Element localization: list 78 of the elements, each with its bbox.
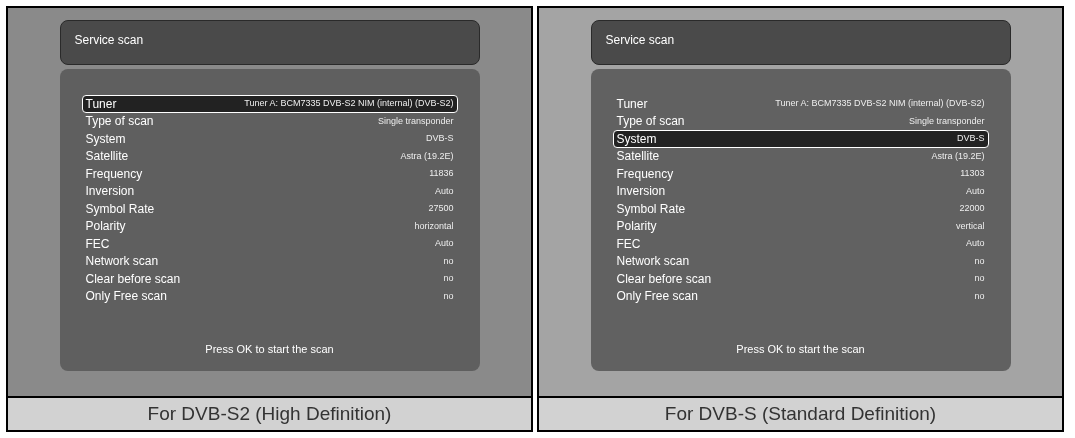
scan-hint: Press OK to start the scan bbox=[205, 341, 334, 357]
setting-value: 22000 bbox=[959, 202, 985, 215]
setting-label: Satellite bbox=[85, 148, 129, 166]
menu-row[interactable]: System DVB-S bbox=[612, 130, 989, 148]
menu-row[interactable]: Tuner Tuner A: BCM7335 DVB-S2 NIM (internal) (DVB-S2) bbox=[612, 95, 989, 113]
menu-row[interactable]: FEC Auto bbox=[81, 235, 458, 253]
setting-value: Auto bbox=[435, 237, 454, 250]
menu-row[interactable]: Network scan no bbox=[81, 252, 458, 270]
menu-row[interactable]: FEC Auto bbox=[612, 235, 989, 253]
menu-row[interactable]: Inversion Auto bbox=[81, 182, 458, 200]
setting-label: Polarity bbox=[85, 218, 126, 236]
setting-value: horizontal bbox=[414, 219, 454, 233]
setting-label: Frequency bbox=[85, 165, 143, 183]
menu-row[interactable]: Tuner Tuner A: BCM7335 DVB-S2 NIM (internal) (DVB-S2) bbox=[81, 95, 458, 113]
setting-value: DVB-S bbox=[957, 132, 985, 145]
setting-value: 27500 bbox=[428, 202, 454, 215]
setting-value: vertical bbox=[956, 219, 985, 233]
setting-label: FEC bbox=[616, 235, 641, 253]
setting-label: Type of scan bbox=[85, 113, 154, 131]
menu-row[interactable]: Type of scan Single transponder bbox=[81, 112, 458, 130]
setting-label: Type of scan bbox=[616, 113, 685, 131]
caption-text: For DVB-S2 (High Definition) bbox=[147, 401, 392, 426]
setting-value: Single transponder bbox=[908, 114, 985, 128]
menu-row[interactable]: Polarity vertical bbox=[612, 217, 989, 235]
setting-label: Clear before scan bbox=[616, 270, 712, 288]
setting-value: no bbox=[974, 254, 985, 268]
setting-label: Frequency bbox=[616, 165, 674, 183]
menu-row[interactable]: Only Free scan no bbox=[81, 287, 458, 305]
setting-label: Symbol Rate bbox=[85, 200, 155, 218]
setting-value: no bbox=[443, 272, 454, 285]
menu-row[interactable]: Only Free scan no bbox=[612, 287, 989, 305]
setting-value: Astra (19.2E) bbox=[400, 149, 454, 163]
menu-row[interactable]: Frequency 11836 bbox=[81, 165, 458, 183]
setting-value: Auto bbox=[435, 184, 454, 198]
menu-row[interactable]: System DVB-S bbox=[81, 130, 458, 148]
setting-label: Polarity bbox=[616, 218, 657, 236]
setting-label: System bbox=[85, 130, 126, 148]
menu-row[interactable]: Symbol Rate 22000 bbox=[612, 200, 989, 218]
setting-label: Tuner bbox=[85, 95, 117, 113]
setting-value: no bbox=[974, 272, 985, 285]
menu-row[interactable]: Polarity horizontal bbox=[81, 217, 458, 235]
setting-label: Symbol Rate bbox=[616, 200, 686, 218]
menu-row[interactable]: Clear before scan no bbox=[612, 270, 989, 288]
setting-value: no bbox=[443, 289, 454, 303]
menu-row[interactable]: Symbol Rate 27500 bbox=[81, 200, 458, 218]
setting-label: Network scan bbox=[616, 253, 690, 271]
setting-value: Astra (19.2E) bbox=[931, 149, 985, 163]
menu-title: Service scan bbox=[605, 33, 675, 47]
setting-label: Only Free scan bbox=[616, 288, 698, 306]
menu-row[interactable]: Satellite Astra (19.2E) bbox=[612, 147, 989, 165]
setting-label: Tuner bbox=[616, 95, 648, 113]
setting-label: FEC bbox=[85, 235, 110, 253]
setting-value: no bbox=[443, 254, 454, 268]
caption-text: For DVB-S (Standard Definition) bbox=[664, 401, 937, 426]
setting-value: no bbox=[974, 289, 985, 303]
setting-value: Single transponder bbox=[377, 114, 454, 128]
setting-label: Clear before scan bbox=[85, 270, 181, 288]
menu-title: Service scan bbox=[74, 33, 144, 47]
menu-row[interactable]: Type of scan Single transponder bbox=[612, 112, 989, 130]
setting-label: Network scan bbox=[85, 253, 159, 271]
setting-value: Auto bbox=[966, 184, 985, 198]
menu-row[interactable]: Clear before scan no bbox=[81, 270, 458, 288]
menu-row[interactable]: Frequency 11303 bbox=[612, 165, 989, 183]
setting-label: System bbox=[616, 130, 657, 148]
setting-value: Tuner A: BCM7335 DVB-S2 NIM (internal) (DVB-S2) bbox=[244, 97, 454, 110]
setting-value: 11303 bbox=[960, 167, 985, 180]
setting-value: DVB-S bbox=[426, 132, 454, 145]
setting-value: 11836 bbox=[429, 167, 454, 180]
setting-label: Only Free scan bbox=[85, 288, 167, 306]
menu-row[interactable]: Satellite Astra (19.2E) bbox=[81, 147, 458, 165]
setting-value: Tuner A: BCM7335 DVB-S2 NIM (internal) (DVB-S2) bbox=[775, 97, 985, 110]
setting-label: Satellite bbox=[616, 148, 660, 166]
setting-label: Inversion bbox=[85, 183, 135, 201]
setting-value: Auto bbox=[966, 237, 985, 250]
scan-hint: Press OK to start the scan bbox=[736, 341, 865, 357]
setting-label: Inversion bbox=[616, 183, 666, 201]
menu-row[interactable]: Network scan no bbox=[612, 252, 989, 270]
menu-row[interactable]: Inversion Auto bbox=[612, 182, 989, 200]
